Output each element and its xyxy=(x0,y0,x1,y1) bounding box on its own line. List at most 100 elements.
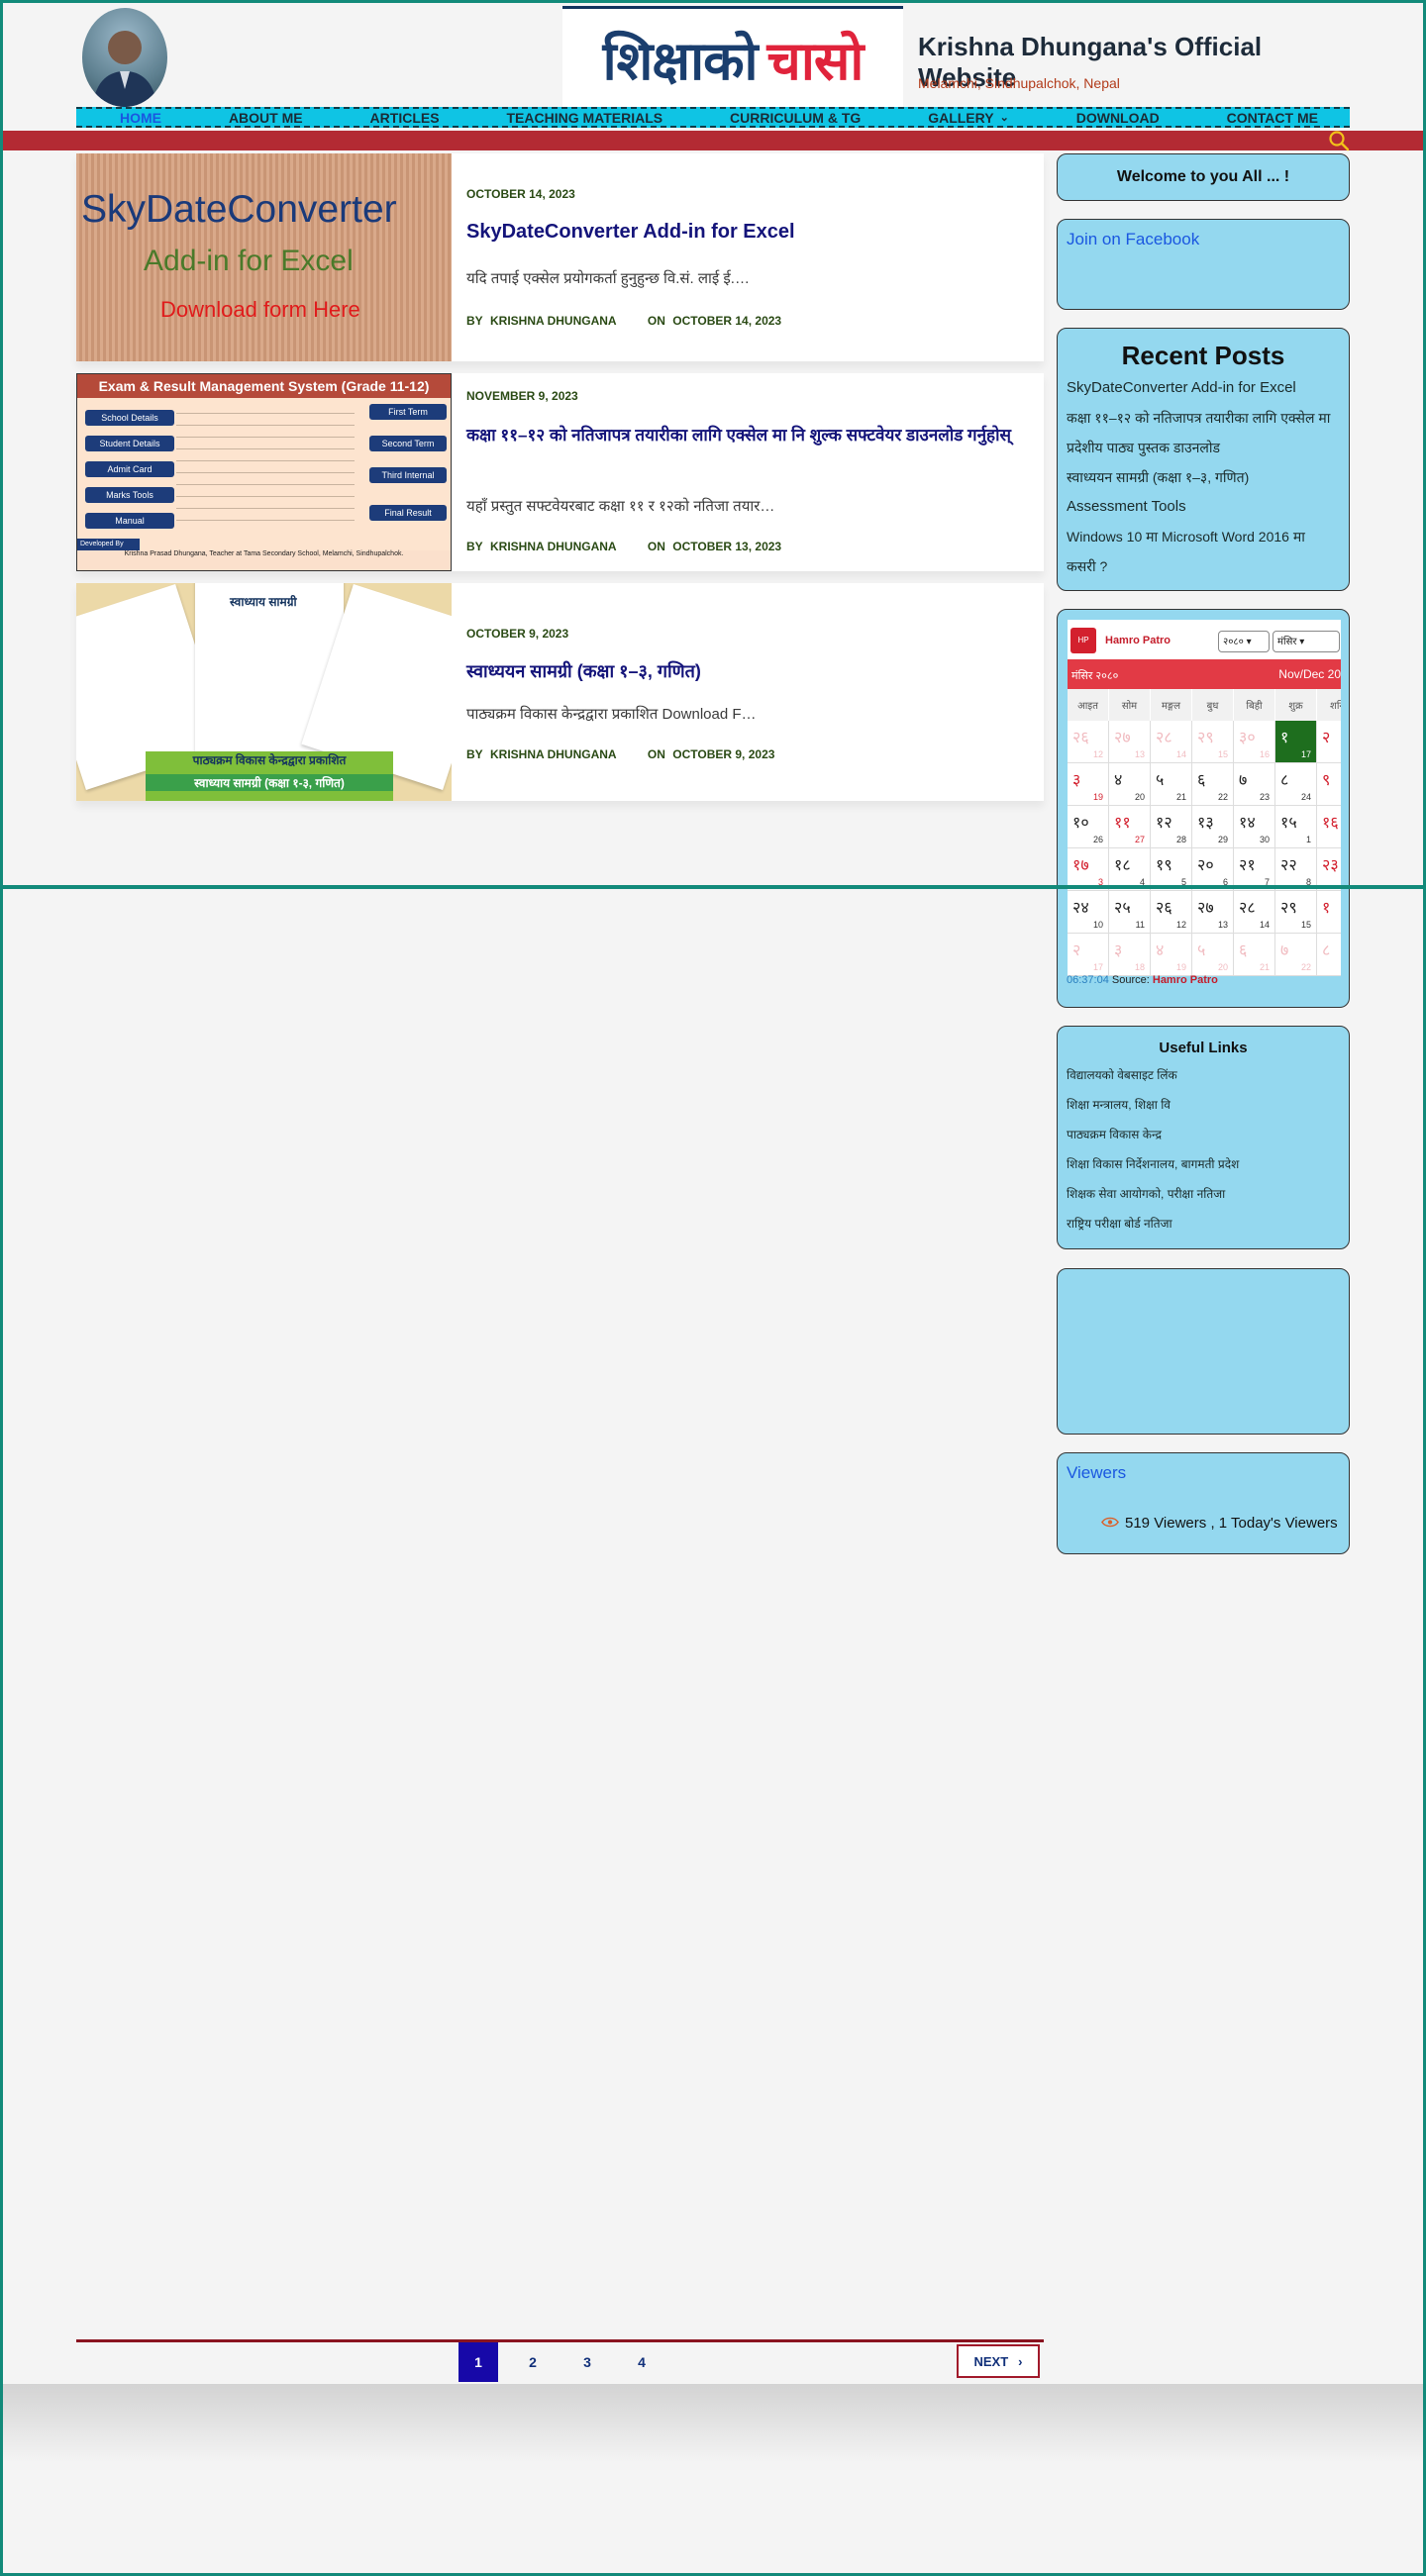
nav-articles[interactable]: ARTICLES xyxy=(370,110,440,126)
calendar-day[interactable]: ६ 21 xyxy=(1234,934,1275,976)
calendar-day[interactable]: २९ 15 xyxy=(1275,891,1317,934)
calendar-day[interactable]: ३ 19 xyxy=(1068,763,1109,806)
nav-contact-me[interactable]: CONTACT ME xyxy=(1227,110,1318,126)
nav-download[interactable]: DOWNLOAD xyxy=(1076,110,1160,126)
calendar-day[interactable]: ६ 22 xyxy=(1192,763,1234,806)
useful-link[interactable]: पाठ्यक्रम विकास केन्द्र xyxy=(1067,1120,1340,1149)
useful-link[interactable]: शिक्षक सेवा आयोगको, परीक्षा नतिजा xyxy=(1067,1179,1340,1209)
calendar-day-np: ३ xyxy=(1072,772,1081,789)
next-button[interactable]: NEXT › xyxy=(957,2344,1040,2378)
nav-curriculum[interactable]: CURRICULUM & TG xyxy=(730,110,861,126)
calendar-day-en: 24 xyxy=(1300,792,1311,802)
calendar-day[interactable]: २४ 10 xyxy=(1068,891,1109,934)
calendar-day[interactable]: २५ 11 xyxy=(1109,891,1151,934)
page-4[interactable]: 4 xyxy=(622,2342,662,2382)
nav-about-me[interactable]: ABOUT ME xyxy=(229,110,303,126)
calendar-day-today[interactable]: १ 17 xyxy=(1275,721,1317,763)
calendar-day-en: 12 xyxy=(1092,749,1103,759)
post-thumbnail[interactable]: Exam & Result Management System (Grade 1… xyxy=(76,373,452,571)
year-select[interactable]: २०८० ▾ xyxy=(1218,631,1270,652)
calendar-day[interactable]: १३ 29 xyxy=(1192,806,1234,848)
calendar-day[interactable]: १२ 28 xyxy=(1151,806,1192,848)
calendar-day[interactable]: ५ 20 xyxy=(1192,934,1234,976)
thumb-button: Student Details xyxy=(85,436,174,451)
by-label: BY xyxy=(466,540,483,553)
post-thumbnail[interactable]: स्वाध्याय सामग्री पाठ्यक्रम विकास केन्द्… xyxy=(76,583,452,801)
calendar-day[interactable]: २७ 13 xyxy=(1192,891,1234,934)
post-author[interactable]: KRISHNA DHUNGANA xyxy=(490,314,617,328)
thumb-subheading: Add-in for Excel xyxy=(144,245,354,277)
calendar-day[interactable]: २९ 15 xyxy=(1192,721,1234,763)
post-posted-date[interactable]: OCTOBER 14, 2023 xyxy=(672,314,781,328)
calendar-day[interactable]: ३ 18 xyxy=(1109,934,1151,976)
calendar-day[interactable]: ३० 16 xyxy=(1234,721,1275,763)
calendar-day[interactable]: ७ 22 xyxy=(1275,934,1317,976)
nav-home[interactable]: HOME xyxy=(120,110,161,126)
page-3[interactable]: 3 xyxy=(567,2342,607,2382)
calendar-day[interactable]: १४ 30 xyxy=(1234,806,1275,848)
calendar-day[interactable]: ४ 19 xyxy=(1151,934,1192,976)
recent-post-link[interactable]: कक्षा ११–१२ को नतिजापत्र तयारीका लागि एक… xyxy=(1067,403,1340,433)
calendar-weekday: आइत xyxy=(1068,689,1109,721)
thumb-button: Second Term xyxy=(369,436,447,451)
calendar-day[interactable]: ४ 20 xyxy=(1109,763,1151,806)
calendar-day[interactable]: ९25 xyxy=(1317,763,1341,806)
calendar-day[interactable]: २६ 12 xyxy=(1151,891,1192,934)
calendar-brand[interactable]: Hamro Patro xyxy=(1105,635,1171,646)
search-icon[interactable] xyxy=(1328,130,1350,151)
calendar-day[interactable]: ७ 23 xyxy=(1234,763,1275,806)
calendar-day[interactable]: २ 17 xyxy=(1068,934,1109,976)
post-author[interactable]: KRISHNA DHUNGANA xyxy=(490,747,617,761)
calendar-day-np: ५ xyxy=(1197,942,1206,959)
calendar-day[interactable]: १16 xyxy=(1317,891,1341,934)
nav-gallery[interactable]: GALLERY ⌄ xyxy=(928,110,1009,126)
post-title[interactable]: SkyDateConverter Add-in for Excel xyxy=(466,219,1021,245)
facebook-link[interactable]: Join on Facebook xyxy=(1067,230,1199,249)
calendar-day[interactable]: २६ 12 xyxy=(1068,721,1109,763)
calendar-day[interactable]: १० 26 xyxy=(1068,806,1109,848)
post-date[interactable]: NOVEMBER 9, 2023 xyxy=(466,389,578,403)
post-date[interactable]: OCTOBER 14, 2023 xyxy=(466,187,575,201)
calendar-source-link[interactable]: Hamro Patro xyxy=(1153,974,1218,986)
recent-post-link[interactable]: SkyDateConverter Add-in for Excel xyxy=(1067,373,1340,403)
post-date[interactable]: OCTOBER 9, 2023 xyxy=(466,627,568,641)
site-logo[interactable]: शिक्षाको चासो xyxy=(562,6,903,111)
post-title[interactable]: कक्षा ११–१२ को नतिजापत्र तयारीका लागि एक… xyxy=(466,423,1021,448)
recent-post-link[interactable]: Assessment Tools xyxy=(1067,492,1340,522)
post-thumbnail[interactable]: SkyDateConverter Add-in for Excel Downlo… xyxy=(76,153,452,361)
calendar-day[interactable]: २८ 14 xyxy=(1151,721,1192,763)
thumb-button: First Term xyxy=(369,404,447,420)
footer-shadow xyxy=(3,2384,1423,2463)
post-title[interactable]: स्वाध्ययन सामग्री (कक्षा १–३, गणित) xyxy=(466,658,1021,684)
useful-link[interactable]: शिक्षा मन्त्रालय, शिक्षा वि xyxy=(1067,1090,1340,1120)
month-select[interactable]: मंसिर ▾ xyxy=(1273,631,1340,652)
page-1[interactable]: 1 xyxy=(458,2342,498,2382)
calendar-day[interactable]: २18 xyxy=(1317,721,1341,763)
calendar-day-np: २ xyxy=(1072,942,1081,959)
calendar-day[interactable]: ८ 24 xyxy=(1275,763,1317,806)
calendar-day[interactable]: ५ 21 xyxy=(1151,763,1192,806)
nav-label: ARTICLES xyxy=(369,109,440,126)
recent-post-link[interactable]: स्वाध्ययन सामग्री (कक्षा १–३, गणित) xyxy=(1067,462,1340,492)
post-posted-date[interactable]: OCTOBER 13, 2023 xyxy=(672,540,781,553)
useful-link[interactable]: शिक्षा विकास निर्देशनालय, बागमती प्रदेश xyxy=(1067,1149,1340,1179)
calendar-day-np: २३ xyxy=(1322,857,1339,874)
post-author[interactable]: KRISHNA DHUNGANA xyxy=(490,540,617,553)
useful-link[interactable]: राष्ट्रिय परीक्षा बोर्ड नतिजा xyxy=(1067,1209,1340,1238)
calendar-day-np: १ xyxy=(1280,730,1289,746)
calendar-day[interactable]: २७ 13 xyxy=(1109,721,1151,763)
calendar-day[interactable]: ८23 xyxy=(1317,934,1341,976)
useful-link[interactable]: विद्यालयको वेबसाइट लिंक xyxy=(1067,1060,1340,1090)
recent-post-link[interactable]: Windows 10 मा Microsoft Word 2016 मा xyxy=(1067,522,1340,551)
calendar-day[interactable]: ११ 27 xyxy=(1109,806,1151,848)
empty-widget xyxy=(1057,1268,1350,1435)
calendar-day[interactable]: १५ 1 xyxy=(1275,806,1317,848)
page-2[interactable]: 2 xyxy=(513,2342,553,2382)
calendar-day[interactable]: २८ 14 xyxy=(1234,891,1275,934)
recent-post-link[interactable]: कसरी ? xyxy=(1067,551,1340,581)
nav-teaching-materials[interactable]: TEACHING MATERIALS xyxy=(506,110,662,126)
calendar-day[interactable]: १६2 xyxy=(1317,806,1341,848)
calendar-day-en: 22 xyxy=(1300,962,1311,972)
recent-post-link[interactable]: प्रदेशीय पाठ्य पुस्तक डाउनलोड xyxy=(1067,433,1340,462)
post-posted-date[interactable]: OCTOBER 9, 2023 xyxy=(672,747,774,761)
